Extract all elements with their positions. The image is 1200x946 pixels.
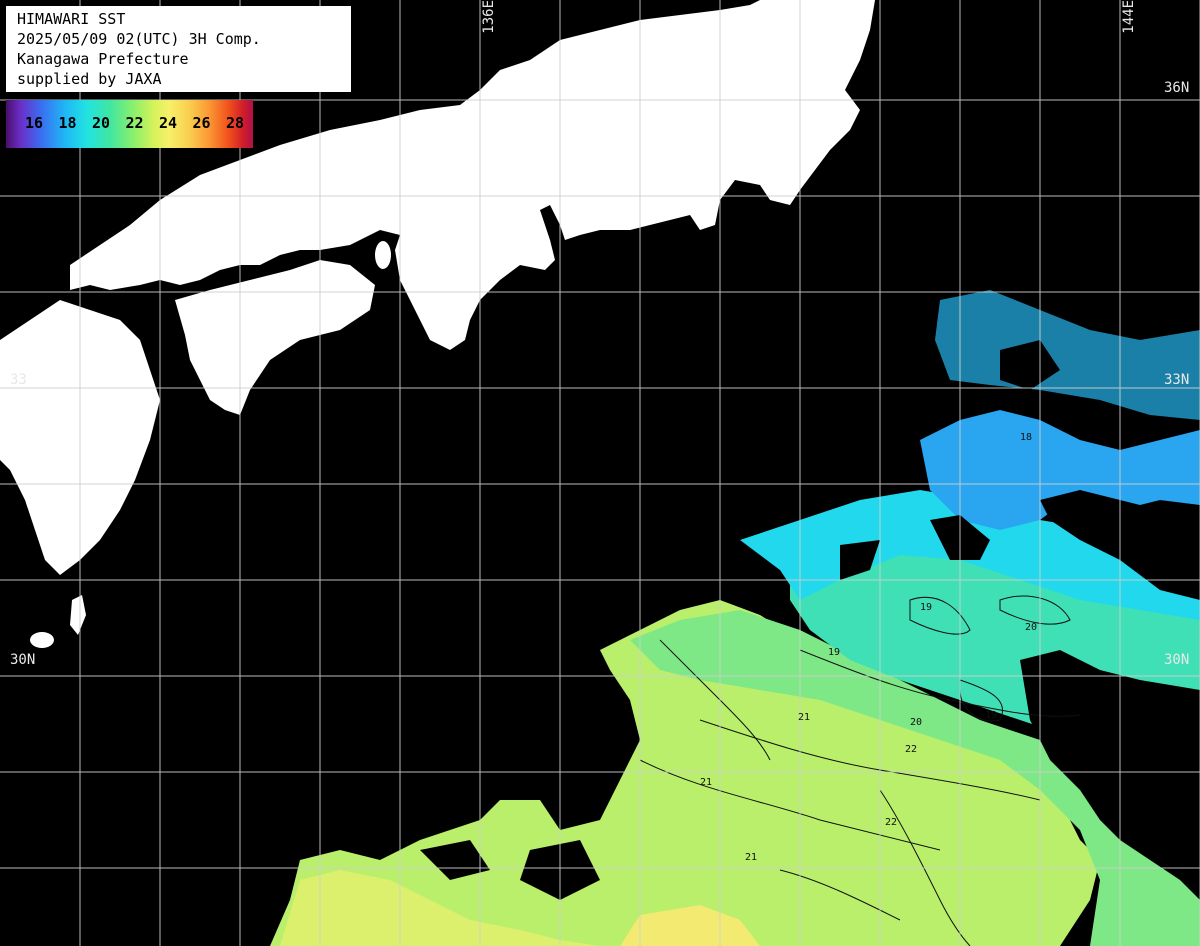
contour-label: 18 [1020, 432, 1032, 443]
scale-label: 18 [58, 114, 77, 132]
contour-label: 21 [700, 777, 712, 788]
scale-label: 26 [192, 114, 211, 132]
scale-label: 20 [92, 114, 111, 132]
scale-label: 16 [25, 114, 44, 132]
island [375, 241, 391, 269]
region-name: Kanagawa Prefecture [17, 50, 189, 68]
contour-label: 20 [1025, 622, 1037, 633]
credit: supplied by JAXA [17, 70, 162, 88]
lat-label-36n: 36N [1164, 80, 1190, 96]
scale-labels: 16 18 20 22 24 26 28 [25, 114, 260, 132]
lon-label-136e: 136E [481, 0, 497, 34]
lat-label-33n: 33N [1164, 372, 1190, 388]
scale-label: 28 [226, 114, 245, 132]
contour-label: 19 [920, 602, 932, 613]
contour-label: 22 [905, 744, 917, 755]
lat-label-30n-right: 30N [1164, 652, 1190, 668]
island [30, 632, 54, 648]
contour-label: 19 [985, 710, 997, 721]
contour-label: 20 [910, 717, 922, 728]
timestamp: 2025/05/09 02(UTC) 3H Comp. [17, 30, 261, 48]
contour-label: 21 [745, 852, 757, 863]
info-panel: HIMAWARI SST 2025/05/09 02(UTC) 3H Comp.… [6, 6, 351, 92]
scale-label: 24 [159, 114, 178, 132]
lat-label-30n-left: 30N [10, 652, 36, 668]
color-scale: 16 18 20 22 24 26 28 [6, 100, 253, 148]
lat-label-33-left: 33 [10, 372, 27, 388]
lon-label-144e: 144E [1121, 0, 1137, 34]
contour-label: 22 [885, 817, 897, 828]
contour-label: 19 [828, 647, 840, 658]
product-title: HIMAWARI SST [17, 10, 126, 28]
contour-label: 21 [798, 712, 810, 723]
scale-label: 22 [125, 114, 144, 132]
